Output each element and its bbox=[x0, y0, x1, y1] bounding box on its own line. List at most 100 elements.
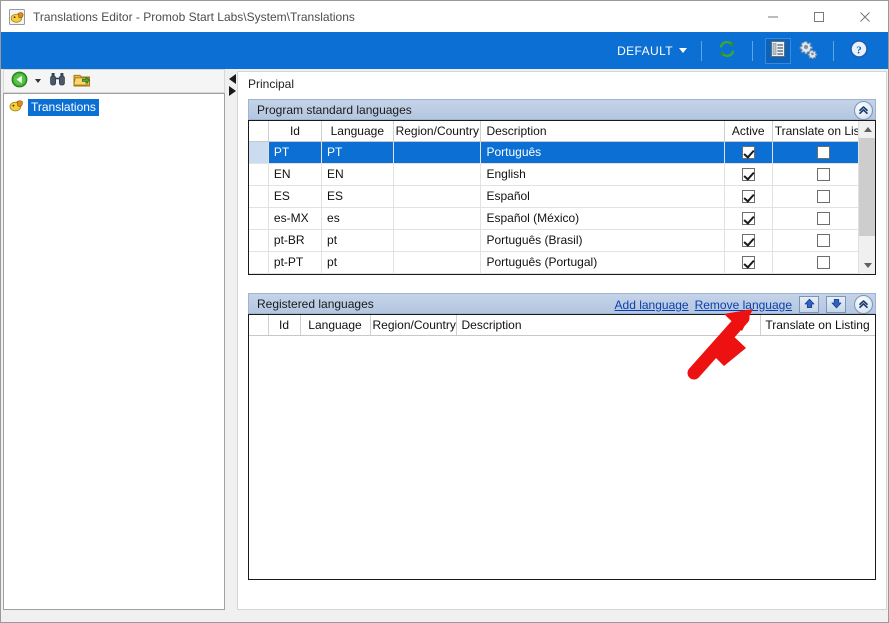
translations-node-icon bbox=[8, 98, 24, 116]
cell-description: English bbox=[480, 163, 725, 186]
column-header-rowselector[interactable] bbox=[249, 121, 269, 142]
triangle-left-icon[interactable] bbox=[228, 74, 236, 84]
move-down-button[interactable] bbox=[826, 296, 846, 313]
list-view-button[interactable] bbox=[765, 37, 791, 64]
checkbox[interactable] bbox=[741, 234, 755, 248]
column-header-region[interactable]: Region/Country bbox=[370, 315, 457, 336]
add-language-link[interactable]: Add language bbox=[615, 298, 689, 312]
move-up-button[interactable] bbox=[799, 296, 819, 313]
cell-id: es-MX bbox=[268, 207, 323, 230]
export-button[interactable] bbox=[71, 71, 93, 91]
grid-program-standard-languages[interactable]: Id Language Region/Country Description A… bbox=[248, 120, 876, 275]
window-title: Translations Editor - Promob Start Labs\… bbox=[33, 9, 355, 24]
row-selector[interactable] bbox=[249, 229, 269, 252]
checkbox[interactable] bbox=[816, 256, 830, 270]
settings-button[interactable] bbox=[795, 38, 821, 64]
column-header-language[interactable]: Language bbox=[321, 121, 394, 142]
row-selector[interactable] bbox=[249, 185, 269, 208]
find-button[interactable] bbox=[46, 71, 68, 91]
checkbox[interactable] bbox=[741, 146, 755, 160]
checkbox[interactable] bbox=[816, 190, 830, 204]
checkbox[interactable] bbox=[816, 146, 830, 160]
panel-splitter[interactable] bbox=[227, 71, 237, 610]
cell-active[interactable] bbox=[724, 163, 773, 186]
close-button[interactable] bbox=[842, 1, 888, 32]
minimize-button[interactable] bbox=[750, 1, 796, 32]
cell-language: PT bbox=[321, 141, 394, 164]
column-header-id[interactable]: Id bbox=[268, 121, 323, 142]
default-profile-label: DEFAULT bbox=[617, 43, 673, 58]
cell-active[interactable] bbox=[724, 251, 773, 274]
back-button[interactable] bbox=[8, 71, 30, 91]
ribbon-toolbar: DEFAULT ? bbox=[1, 32, 888, 69]
folder-export-icon bbox=[73, 71, 91, 91]
column-header-rowselector[interactable] bbox=[249, 315, 269, 336]
sidebar-item-label: Translations bbox=[28, 98, 99, 116]
cell-description: Português (Portugal) bbox=[480, 251, 725, 274]
default-profile-dropdown[interactable]: DEFAULT bbox=[617, 44, 687, 58]
back-dropdown[interactable] bbox=[33, 71, 43, 91]
scroll-down-button[interactable] bbox=[859, 257, 875, 274]
cell-language: es bbox=[321, 207, 394, 230]
navigation-tree[interactable]: Translations bbox=[3, 93, 225, 610]
cell-active[interactable] bbox=[724, 229, 773, 252]
cell-active[interactable] bbox=[724, 207, 773, 230]
triangle-right-icon[interactable] bbox=[228, 86, 236, 96]
column-header-active[interactable]: Active bbox=[724, 121, 773, 142]
checkbox[interactable] bbox=[741, 190, 755, 204]
double-chevron-up-icon bbox=[858, 104, 869, 118]
table-row[interactable]: EN EN English bbox=[249, 163, 875, 186]
panel-header-registered-languages: Registered languages Add language Remove… bbox=[248, 293, 876, 314]
sidebar-item-translations[interactable]: Translations bbox=[8, 98, 101, 116]
table-registered-languages: Id Language Region/Country Description T… bbox=[249, 315, 875, 336]
table-header-row: Id Language Region/Country Description A… bbox=[249, 121, 875, 142]
cell-active[interactable] bbox=[724, 185, 773, 208]
column-header-region[interactable]: Region/Country bbox=[393, 121, 482, 142]
row-selector[interactable] bbox=[249, 207, 269, 230]
scroll-up-button[interactable] bbox=[859, 121, 875, 138]
cell-id: PT bbox=[268, 141, 323, 164]
cell-description: Español (México) bbox=[480, 207, 725, 230]
column-header-description[interactable]: Description bbox=[480, 121, 725, 142]
checkbox[interactable] bbox=[816, 234, 830, 248]
column-header-description[interactable]: Description bbox=[456, 315, 761, 336]
checkbox[interactable] bbox=[741, 212, 755, 226]
cell-id: ES bbox=[268, 185, 323, 208]
collapse-panel-button-2[interactable] bbox=[854, 295, 873, 314]
collapse-panel-button-1[interactable] bbox=[854, 101, 873, 120]
column-header-language[interactable]: Language bbox=[300, 315, 371, 336]
help-icon: ? bbox=[849, 39, 869, 62]
table-header-row: Id Language Region/Country Description T… bbox=[249, 315, 875, 336]
row-selector[interactable] bbox=[249, 141, 269, 164]
table-row[interactable]: PT PT Português bbox=[249, 141, 875, 164]
row-selector[interactable] bbox=[249, 163, 269, 186]
sidebar-toolbar bbox=[3, 69, 225, 93]
table-body-program-standard-languages: PT PT Português EN EN English ES ES Español es-MX… bbox=[249, 141, 875, 274]
panel-registered-languages: Registered languages Add language Remove… bbox=[248, 293, 876, 580]
panel-title: Registered languages bbox=[257, 296, 374, 311]
column-header-id[interactable]: Id bbox=[268, 315, 301, 336]
row-selector[interactable] bbox=[249, 251, 269, 274]
table-row[interactable]: pt-PT pt Português (Portugal) bbox=[249, 251, 875, 274]
grid-registered-languages[interactable]: Id Language Region/Country Description T… bbox=[248, 314, 876, 580]
ribbon-divider-2 bbox=[752, 40, 753, 61]
checkbox[interactable] bbox=[816, 212, 830, 226]
tab-strip: Principal bbox=[238, 72, 886, 97]
checkbox[interactable] bbox=[816, 168, 830, 182]
scrollbar-thumb[interactable] bbox=[859, 138, 875, 236]
table-row[interactable]: es-MX es Español (México) bbox=[249, 207, 875, 230]
maximize-button[interactable] bbox=[796, 1, 842, 32]
grid-vertical-scrollbar[interactable] bbox=[858, 121, 875, 274]
table-row[interactable]: ES ES Español bbox=[249, 185, 875, 208]
remove-language-link[interactable]: Remove language bbox=[695, 298, 792, 312]
arrow-up-icon bbox=[803, 297, 816, 313]
table-row[interactable]: pt-BR pt Português (Brasil) bbox=[249, 229, 875, 252]
tab-principal[interactable]: Principal bbox=[238, 77, 294, 91]
checkbox[interactable] bbox=[741, 256, 755, 270]
help-button[interactable]: ? bbox=[846, 38, 872, 64]
cell-active[interactable] bbox=[724, 141, 773, 164]
column-header-translate-on-listing[interactable]: Translate on Listing bbox=[760, 315, 875, 336]
back-arrow-icon bbox=[11, 71, 28, 91]
checkbox[interactable] bbox=[741, 168, 755, 182]
refresh-button[interactable] bbox=[714, 38, 740, 64]
